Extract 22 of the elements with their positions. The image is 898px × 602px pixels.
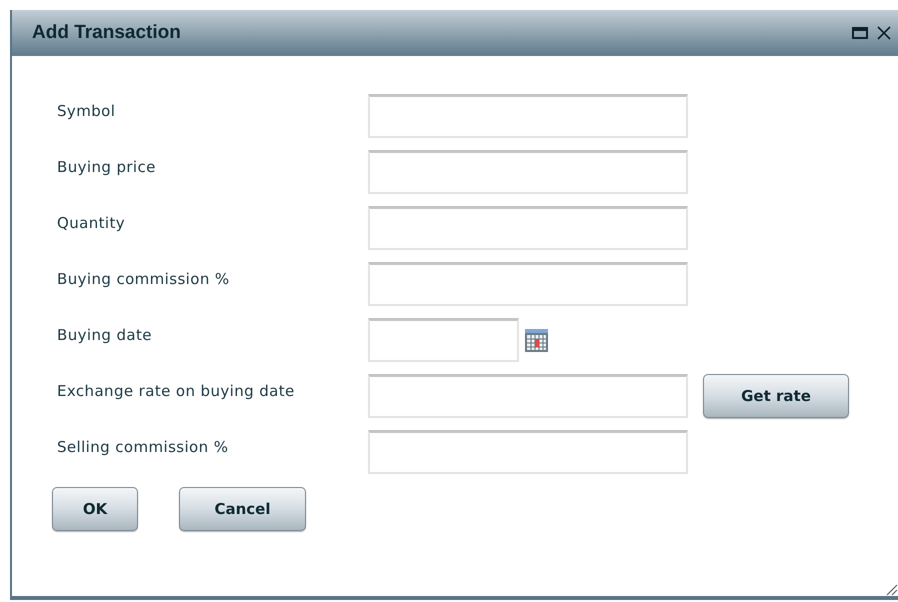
field-label: Buying commission % xyxy=(56,269,231,290)
ok-button[interactable]: OK xyxy=(52,487,138,531)
input-field[interactable] xyxy=(368,430,688,474)
field-label: Quantity xyxy=(56,213,126,234)
field-label: Buying date xyxy=(56,325,153,346)
window-title: Add Transaction xyxy=(32,20,181,45)
field-label: Exchange rate on buying date xyxy=(56,381,296,402)
input-field[interactable] xyxy=(368,94,688,138)
field-label: Symbol xyxy=(56,101,116,122)
field-label: Buying price xyxy=(56,157,157,178)
input-field[interactable] xyxy=(368,150,688,194)
calendar-icon[interactable] xyxy=(524,328,549,352)
resize-grip-icon[interactable] xyxy=(884,582,898,596)
maximize-icon[interactable] xyxy=(852,26,868,40)
input-field[interactable] xyxy=(368,206,688,250)
input-field[interactable] xyxy=(368,374,688,418)
date-field[interactable] xyxy=(368,318,519,362)
get-rate-button[interactable]: Get rate xyxy=(703,374,849,418)
field-label: Selling commission % xyxy=(56,437,230,458)
cancel-button[interactable]: Cancel xyxy=(179,487,306,531)
input-field[interactable] xyxy=(368,262,688,306)
close-icon[interactable] xyxy=(876,25,892,41)
